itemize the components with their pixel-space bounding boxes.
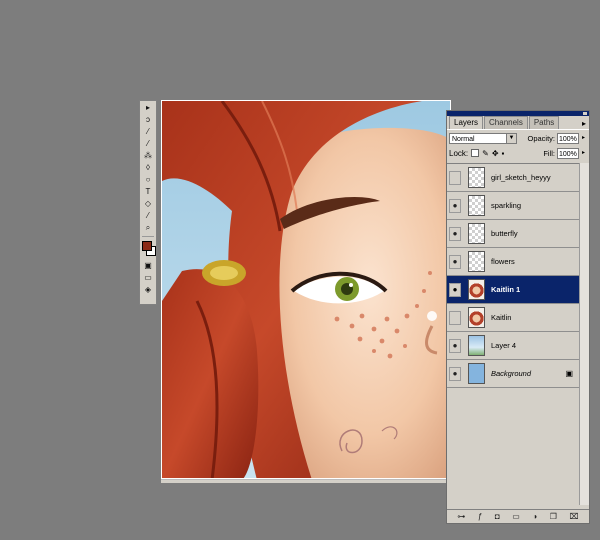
lock-label: Lock:: [449, 148, 469, 158]
type-tool-icon[interactable]: T: [141, 186, 155, 197]
lock-pixels-icon[interactable]: ✎: [482, 149, 489, 158]
toolbox: ▸ ↄ ⁄ ⁄ ⁂ ◊ ○ T ◇ ⁄ ⌕ ▣ ▭ ◈: [139, 100, 157, 305]
opacity-label: Opacity:: [527, 133, 555, 143]
layer-link-cell[interactable]: [463, 171, 467, 185]
artwork: [162, 101, 450, 478]
mask-icon[interactable]: ◘: [495, 512, 500, 521]
pen-tool-icon[interactable]: ◇: [141, 198, 155, 209]
layer-thumbnail: [468, 307, 485, 328]
document-canvas[interactable]: [161, 100, 451, 479]
lock-transparency-checkbox[interactable]: [471, 149, 480, 157]
visibility-eye-icon[interactable]: ●: [449, 282, 461, 297]
foreground-color-swatch[interactable]: [142, 241, 152, 251]
move-tool-icon[interactable]: ▸: [141, 102, 155, 113]
layer-name: Layer 4: [491, 341, 517, 350]
layer-name: Background: [491, 369, 532, 378]
layer-thumbnail: [468, 167, 485, 188]
layer-row[interactable]: ● Background ▣: [447, 360, 589, 388]
lock-position-icon[interactable]: ✥: [492, 149, 499, 158]
canvas-scrollbar[interactable]: [161, 479, 451, 483]
new-set-icon[interactable]: ▭: [512, 512, 520, 521]
lasso-tool-icon[interactable]: ↄ: [141, 114, 155, 125]
layer-row[interactable]: Kaitlin: [447, 304, 589, 332]
fill-label: Fill:: [543, 148, 555, 158]
layer-link-cell[interactable]: [463, 199, 467, 213]
layer-style-icon[interactable]: ƒ: [478, 512, 482, 521]
tab-channels[interactable]: Channels: [484, 116, 528, 129]
chevron-down-icon[interactable]: ▼: [506, 133, 516, 143]
layer-thumbnail: [468, 279, 485, 300]
layer-name: flowers: [491, 257, 515, 266]
layer-row[interactable]: ● Layer 4: [447, 332, 589, 360]
close-icon[interactable]: [583, 112, 587, 115]
layer-name: sparkling: [491, 201, 522, 210]
layer-row[interactable]: girl_sketch_heyyy: [447, 164, 589, 192]
wand-tool-icon[interactable]: ⁄: [141, 126, 155, 137]
brush-tool-icon[interactable]: ⁄: [141, 138, 155, 149]
adjustment-layer-icon[interactable]: ◑: [532, 512, 537, 521]
toolbox-divider: [142, 236, 154, 237]
tab-layers[interactable]: Layers: [449, 116, 484, 129]
blend-mode-value: Normal: [452, 135, 475, 143]
visibility-eye-icon[interactable]: [449, 170, 461, 185]
visibility-eye-icon[interactable]: ●: [449, 254, 461, 269]
stamp-tool-icon[interactable]: ⁂: [141, 150, 155, 161]
trash-icon[interactable]: ⌧: [569, 512, 578, 521]
layer-name: Kaitlin: [491, 313, 512, 322]
visibility-eye-icon[interactable]: ●: [449, 366, 461, 381]
layer-thumbnail: [468, 363, 485, 384]
lock-all-icon[interactable]: ▪: [502, 149, 505, 158]
blend-mode-select[interactable]: Normal ▼: [449, 132, 517, 144]
dodge-tool-icon[interactable]: ○: [141, 174, 155, 185]
zoom-tool-icon[interactable]: ⌕: [141, 222, 155, 233]
layer-row[interactable]: ● flowers: [447, 248, 589, 276]
color-swatches[interactable]: [141, 240, 156, 258]
layer-thumbnail: [468, 335, 485, 356]
layer-list-scrollbar[interactable]: [579, 163, 589, 505]
jump-to-imageready-icon[interactable]: ◈: [141, 284, 155, 295]
fill-field[interactable]: 100%: [557, 147, 579, 159]
layer-thumbnail: [468, 195, 485, 216]
visibility-eye-icon[interactable]: [449, 310, 461, 325]
palette-footer: ⊶ ƒ ◘ ▭ ◑ ❐ ⌧: [447, 509, 589, 523]
opacity-field[interactable]: 100%: [557, 132, 579, 144]
tool-list: ▸ ↄ ⁄ ⁄ ⁂ ◊ ○ T ◇ ⁄ ⌕: [140, 102, 156, 233]
blend-controls: Normal ▼ Opacity: 100% ▸: [447, 129, 589, 146]
tab-paths[interactable]: Paths: [528, 116, 560, 129]
layer-link-cell[interactable]: [463, 339, 467, 353]
opacity-slider-icon[interactable]: ▸: [580, 134, 587, 143]
eyedropper-tool-icon[interactable]: ⁄: [141, 210, 155, 221]
layer-thumbnail: [468, 251, 485, 272]
layer-link-cell[interactable]: [463, 311, 467, 325]
palette-menu-icon[interactable]: ▸: [582, 119, 586, 128]
layers-palette: Layers Channels Paths ▸ Normal ▼ Opacity…: [446, 110, 590, 524]
visibility-eye-icon[interactable]: ●: [449, 226, 461, 241]
layer-row[interactable]: ● sparkling: [447, 192, 589, 220]
layer-thumbnail: [468, 223, 485, 244]
lock-controls: Lock: ✎ ✥ ▪ Fill: 100% ▸: [447, 146, 589, 160]
layer-name: butterfly: [491, 229, 518, 238]
layer-row[interactable]: ● Kaitlin 1: [447, 276, 589, 304]
quickmask-icon[interactable]: ▣: [141, 260, 155, 271]
visibility-eye-icon[interactable]: ●: [449, 198, 461, 213]
layer-row[interactable]: ● butterfly: [447, 220, 589, 248]
new-layer-icon[interactable]: ❐: [550, 512, 557, 521]
layer-link-cell[interactable]: [463, 367, 467, 381]
layer-name: girl_sketch_heyyy: [491, 173, 551, 182]
palette-tabs: Layers Channels Paths ▸: [447, 116, 589, 129]
screen-mode-icon[interactable]: ▭: [141, 272, 155, 283]
visibility-eye-icon[interactable]: ●: [449, 338, 461, 353]
eraser-tool-icon[interactable]: ◊: [141, 162, 155, 173]
lock-icon: ▣: [565, 369, 573, 378]
layer-link-cell[interactable]: [463, 283, 467, 297]
layer-link-cell[interactable]: [463, 255, 467, 269]
fill-slider-icon[interactable]: ▸: [580, 149, 587, 158]
link-icon[interactable]: ⊶: [457, 512, 465, 521]
layer-link-cell[interactable]: [463, 227, 467, 241]
layer-list: girl_sketch_heyyy ● sparkling ● butterfly ● fl…: [447, 163, 589, 506]
layer-name: Kaitlin 1: [491, 285, 521, 294]
